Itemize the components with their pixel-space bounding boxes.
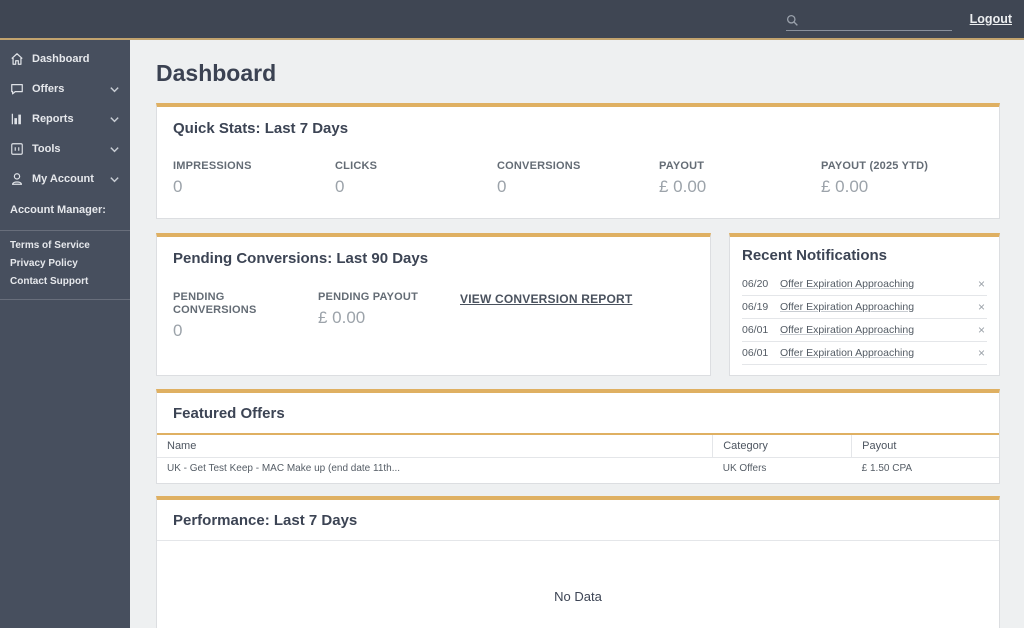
sidebar-item-offers[interactable]: Offers xyxy=(0,74,130,104)
sidebar-item-label: Offers xyxy=(32,83,65,95)
stat-label: CLICKS xyxy=(335,160,378,172)
search-box[interactable] xyxy=(785,13,952,31)
column-header-category[interactable]: Category xyxy=(712,433,853,458)
chevron-down-icon xyxy=(109,114,120,125)
stat-value: 0 xyxy=(335,177,345,196)
privacy-policy-link[interactable]: Privacy Policy xyxy=(0,255,130,273)
stat-value: 0 xyxy=(497,177,507,196)
stat-value: £ 0.00 xyxy=(318,308,366,327)
stat-label: PAYOUT xyxy=(659,160,705,172)
view-conversion-report-link[interactable]: VIEW CONVERSION REPORT xyxy=(460,292,632,341)
no-data-message: No Data xyxy=(554,589,602,604)
chat-icon xyxy=(10,82,24,96)
sidebar-item-tools[interactable]: Tools xyxy=(0,134,130,164)
sidebar-divider xyxy=(0,230,130,231)
stat-payout-ytd: PAYOUT (2025 YTD) £ 0.00 xyxy=(821,160,983,197)
stat-payout: PAYOUT £ 0.00 xyxy=(659,160,821,197)
notification-date: 06/19 xyxy=(742,301,769,313)
sidebar-item-label: My Account xyxy=(32,173,94,185)
performance-title: Performance: Last 7 Days xyxy=(173,512,358,529)
sidebar-item-label: Tools xyxy=(32,143,61,155)
notification-date: 06/01 xyxy=(742,324,769,336)
offer-name-cell[interactable]: UK - Get Test Keep - MAC Make up (end da… xyxy=(157,457,713,480)
sidebar-item-label: Reports xyxy=(32,113,74,125)
chevron-down-icon xyxy=(109,174,120,185)
sidebar-item-my-account[interactable]: My Account xyxy=(0,164,130,194)
logout-link[interactable]: Logout xyxy=(970,12,1012,26)
stat-value: 0 xyxy=(173,321,183,341)
contact-support-link[interactable]: Contact Support xyxy=(0,273,130,291)
notification-row: 06/01 Offer Expiration Approaching × xyxy=(742,342,987,365)
close-icon[interactable]: × xyxy=(976,301,987,313)
stat-pending-conversions: PENDING CONVERSIONS 0 xyxy=(173,291,318,341)
notification-date: 06/20 xyxy=(742,278,769,290)
stat-label: PENDING CONVERSIONS xyxy=(173,291,257,316)
performance-card: Performance: Last 7 Days No Data xyxy=(156,496,1000,628)
tools-icon xyxy=(10,142,24,156)
stat-value: £ 0.00 xyxy=(659,177,707,196)
notification-row: 06/19 Offer Expiration Approaching × xyxy=(742,296,987,319)
pending-conversions-title: Pending Conversions: Last 90 Days xyxy=(173,250,429,267)
chevron-down-icon xyxy=(109,84,120,95)
stat-conversions: CONVERSIONS 0 xyxy=(497,160,659,197)
recent-notifications-title: Recent Notifications xyxy=(742,247,888,264)
close-icon[interactable]: × xyxy=(976,324,987,336)
user-icon xyxy=(10,172,24,186)
close-icon[interactable]: × xyxy=(976,278,987,290)
terms-of-service-link[interactable]: Terms of Service xyxy=(0,237,130,255)
notification-row: 06/20 Offer Expiration Approaching × xyxy=(742,273,987,296)
sidebar-item-label: Dashboard xyxy=(32,53,90,65)
bar-chart-icon xyxy=(10,112,24,126)
column-header-name[interactable]: Name xyxy=(157,433,714,458)
featured-offers-title: Featured Offers xyxy=(173,405,285,422)
quick-stats-title: Quick Stats: Last 7 Days xyxy=(173,120,349,137)
home-icon xyxy=(10,52,24,66)
featured-offers-card: Featured Offers Name Category Payout UK … xyxy=(156,389,1000,484)
table-row[interactable]: UK - Get Test Keep - MAC Make up (end da… xyxy=(157,457,999,480)
sidebar-item-dashboard[interactable]: Dashboard xyxy=(0,44,130,74)
stat-label: PENDING PAYOUT xyxy=(318,291,418,303)
sidebar-divider xyxy=(0,299,130,300)
stat-clicks: CLICKS 0 xyxy=(335,160,497,197)
sidebar: Dashboard Offers Reports Tools My Accoun… xyxy=(0,40,130,628)
search-icon xyxy=(786,14,799,27)
pending-conversions-card: Pending Conversions: Last 90 Days PENDIN… xyxy=(156,233,711,376)
featured-offers-table: Name Category Payout UK - Get Test Keep … xyxy=(157,433,999,480)
notification-link[interactable]: Offer Expiration Approaching xyxy=(780,278,914,290)
notification-row: 06/01 Offer Expiration Approaching × xyxy=(742,319,987,342)
stat-pending-payout: PENDING PAYOUT £ 0.00 xyxy=(318,291,460,341)
offer-payout-cell: £ 1.50 CPA xyxy=(861,463,913,475)
stat-value: £ 0.00 xyxy=(821,177,869,196)
quick-stats-card: Quick Stats: Last 7 Days IMPRESSIONS 0 C… xyxy=(156,103,1000,219)
offer-category-cell: UK Offers xyxy=(722,463,767,475)
stat-value: 0 xyxy=(173,177,183,196)
notification-date: 06/01 xyxy=(742,347,769,359)
column-header-payout[interactable]: Payout xyxy=(851,433,999,458)
stat-label: PAYOUT (2025 YTD) xyxy=(821,160,929,172)
recent-notifications-card: Recent Notifications 06/20 Offer Expirat… xyxy=(729,233,1000,376)
notification-link[interactable]: Offer Expiration Approaching xyxy=(780,347,914,359)
chevron-down-icon xyxy=(109,144,120,155)
notification-link[interactable]: Offer Expiration Approaching xyxy=(780,324,914,336)
stat-label: CONVERSIONS xyxy=(497,160,581,172)
main-content: Dashboard Quick Stats: Last 7 Days IMPRE… xyxy=(130,40,1024,628)
account-manager-label: Account Manager: xyxy=(10,204,106,216)
stat-impressions: IMPRESSIONS 0 xyxy=(173,160,335,197)
topbar: Logout xyxy=(0,0,1024,38)
notification-link[interactable]: Offer Expiration Approaching xyxy=(780,301,914,313)
search-input[interactable] xyxy=(804,13,952,27)
page-title: Dashboard xyxy=(156,60,277,86)
close-icon[interactable]: × xyxy=(976,347,987,359)
sidebar-item-reports[interactable]: Reports xyxy=(0,104,130,134)
stat-label: IMPRESSIONS xyxy=(173,160,252,172)
